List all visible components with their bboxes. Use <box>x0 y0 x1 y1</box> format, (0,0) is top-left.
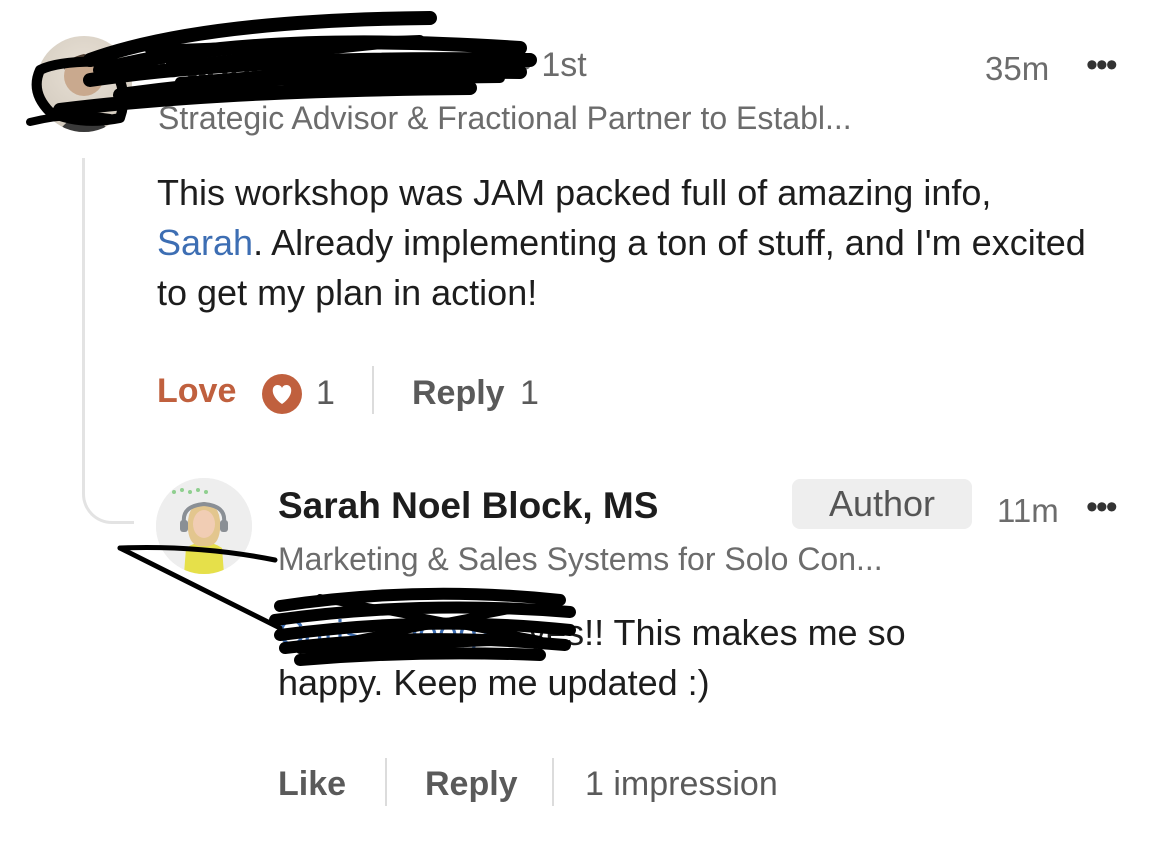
thread-connector <box>82 158 134 524</box>
reply-button[interactable]: Reply <box>425 765 518 804</box>
mention-link[interactable]: Sarah <box>157 222 253 263</box>
reply-time: 11m <box>997 492 1059 529</box>
reply-text-line-1: Carisa Deegan yes!! This makes me so <box>278 608 906 658</box>
reply-text-part: yes!! This makes me so <box>518 612 906 653</box>
reply-author-headline: Marketing & Sales Systems for Solo Con..… <box>278 541 883 577</box>
action-divider <box>385 758 387 806</box>
action-divider <box>372 366 374 414</box>
reply-button[interactable]: Reply <box>412 374 505 413</box>
more-options-icon[interactable]: ••• <box>1086 46 1118 85</box>
reply-author-name[interactable]: Sarah Noel Block, MS <box>278 485 658 527</box>
comment-text-part: . Already implementing a ton of stuff, a… <box>157 222 1086 313</box>
reply-more-options-icon[interactable]: ••• <box>1086 488 1118 527</box>
reply-author-avatar[interactable] <box>156 478 252 574</box>
love-reaction-icon[interactable] <box>260 372 304 416</box>
reply-count: 1 <box>520 374 539 412</box>
comment-text: This workshop was JAM packed full of ama… <box>157 168 1097 318</box>
commenter-name[interactable]: Carisa Deegan <box>158 44 415 86</box>
like-button[interactable]: Like <box>278 765 346 804</box>
author-badge: Author <box>792 479 972 529</box>
reply-text-line-2: happy. Keep me updated :) <box>278 662 710 703</box>
reply-mention-link[interactable]: Carisa Deegan <box>278 612 518 653</box>
premium-badge-icon <box>470 52 500 82</box>
impressions-count: 1 impression <box>585 765 778 803</box>
comment-text-part: This workshop was JAM packed full of ama… <box>157 172 992 213</box>
action-divider <box>552 758 554 806</box>
comment-time: 35m <box>985 50 1050 87</box>
avatar-photo <box>58 54 110 132</box>
commenter-headline: Strategic Advisor & Fractional Partner t… <box>158 100 852 136</box>
love-reaction-label[interactable]: Love <box>157 372 236 411</box>
avatar-photo <box>156 478 252 574</box>
commenter-avatar[interactable] <box>36 36 132 132</box>
connection-degree: • 1st <box>520 46 587 84</box>
reaction-count: 1 <box>316 374 335 412</box>
